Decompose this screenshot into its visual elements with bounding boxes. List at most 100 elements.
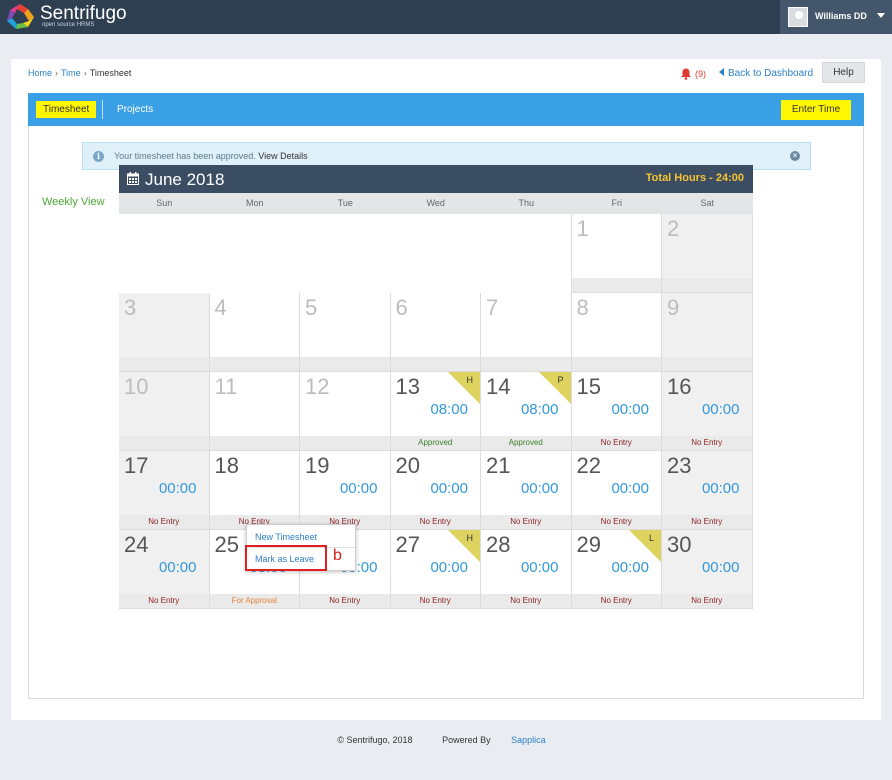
notification-count[interactable]: (9) [695, 69, 706, 79]
day-hours[interactable]: 00:00 [391, 480, 481, 497]
help-button[interactable]: Help [822, 62, 865, 83]
new-timesheet-menu-item[interactable]: New Timesheet [255, 532, 317, 542]
calendar-day-15[interactable]: 15 00:00 No Entry [571, 372, 662, 451]
calendar-day-18[interactable]: 18 No Entry [209, 451, 300, 530]
day-status: No Entry [662, 515, 752, 529]
back-to-dashboard-label: Back to Dashboard [728, 68, 814, 79]
breadcrumb-current: Timesheet [89, 68, 132, 78]
day-hours[interactable]: 00:00 [481, 559, 571, 576]
calendar-day-10[interactable]: 10 [119, 372, 210, 451]
day-number: 25 [214, 532, 239, 557]
calendar-day-8[interactable]: 8 [571, 293, 662, 372]
weekday-fri: Fri [611, 198, 623, 208]
day-flag-letter: H [466, 375, 474, 385]
calendar-day-22[interactable]: 22 00:00 No Entry [571, 451, 662, 530]
sentrifugo-logo-icon[interactable] [4, 3, 36, 31]
day-hours[interactable]: 00:00 [662, 559, 752, 576]
total-hours: Total Hours - 24:00 [645, 172, 744, 184]
calendar-day-17[interactable]: 17 00:00 No Entry [119, 451, 210, 530]
day-hours[interactable]: 00:00 [481, 480, 571, 497]
calendar-day-5[interactable]: 5 [300, 293, 391, 372]
calendar-day-14[interactable]: 14 08:00 Approved P [481, 372, 572, 451]
calendar-day-6[interactable]: 6 [390, 293, 481, 372]
bell-icon[interactable] [680, 68, 692, 80]
calendar-day-28[interactable]: 28 00:00 No Entry [481, 530, 572, 609]
calendar-day-19[interactable]: 19 00:00 No Entry [300, 451, 391, 530]
day-number: 30 [667, 532, 692, 557]
calendar-month: June 2018 [145, 170, 225, 189]
breadcrumb-separator: › [83, 68, 87, 78]
tab-divider [102, 100, 103, 119]
day-status [662, 357, 752, 371]
day-flag-corner [448, 530, 480, 562]
chevron-down-icon [877, 13, 885, 18]
day-status [119, 436, 209, 450]
day-number: 13 [395, 374, 420, 399]
day-status: No Entry [300, 594, 390, 608]
breadcrumb-home[interactable]: Home [28, 68, 52, 78]
day-status [481, 357, 571, 371]
calendar-day-4[interactable]: 4 [209, 293, 300, 372]
calendar-day-27[interactable]: 27 00:00 No Entry H [390, 530, 481, 609]
day-number: 28 [486, 532, 511, 557]
calendar-day-24[interactable]: 24 00:00 No Entry [119, 530, 210, 609]
day-status [662, 278, 752, 292]
tab-projects[interactable]: Projects [117, 104, 153, 115]
alert-message: Your timesheet has been approved. [114, 151, 256, 161]
calendar-day-20[interactable]: 20 00:00 No Entry [390, 451, 481, 530]
calendar-day-29[interactable]: 29 00:00 No Entry L [571, 530, 662, 609]
calendar-day-30[interactable]: 30 00:00 No Entry [662, 530, 753, 609]
day-number: 11 [214, 374, 238, 399]
close-icon[interactable]: × [790, 151, 800, 161]
day-hours[interactable]: 00:00 [662, 480, 752, 497]
calendar-day-21[interactable]: 21 00:00 No Entry [481, 451, 572, 530]
back-to-dashboard-link[interactable]: Back to Dashboard [719, 68, 813, 79]
calendar-day-1[interactable]: 1 [571, 214, 662, 293]
view-details-link[interactable]: View Details [258, 151, 307, 161]
enter-time-button[interactable]: Enter Time [781, 100, 851, 120]
day-status: No Entry [390, 594, 480, 608]
day-hours[interactable]: 00:00 [662, 401, 752, 418]
day-status [209, 436, 299, 450]
day-number: 6 [395, 295, 408, 320]
calendar-day-7[interactable]: 7 [481, 293, 572, 372]
page-footer: © Sentrifugo, 2018 Powered By Sapplica [0, 735, 892, 745]
day-flag-letter: H [466, 533, 474, 543]
day-status: No Entry [571, 436, 661, 450]
user-menu[interactable]: Williams DD [780, 0, 892, 34]
day-status: No Entry [571, 594, 661, 608]
alert-text: Your timesheet has been approved. View D… [114, 151, 308, 161]
weekday-tue: Tue [337, 198, 353, 208]
weekly-view-link[interactable]: Weekly View [42, 196, 105, 208]
calendar-day-13[interactable]: 13 08:00 Approved H [390, 372, 481, 451]
day-hours[interactable]: 00:00 [572, 480, 662, 497]
day-hours[interactable]: 00:00 [572, 401, 662, 418]
sapplica-link[interactable]: Sapplica [511, 735, 546, 745]
calendar-day-16[interactable]: 16 00:00 No Entry [662, 372, 753, 451]
day-number: 16 [667, 374, 692, 399]
day-hours[interactable]: 00:00 [119, 480, 209, 497]
weekday-wed: Wed [426, 198, 445, 208]
calendar-empty-cell [300, 214, 391, 293]
day-number: 10 [124, 374, 149, 399]
day-number: 24 [124, 532, 149, 557]
calendar-day-12[interactable]: 12 [300, 372, 391, 451]
day-hours[interactable]: 00:00 [300, 480, 390, 497]
tab-timesheet[interactable]: Timesheet [36, 101, 97, 118]
breadcrumb: Home › Time › Timesheet [28, 68, 131, 78]
breadcrumb-separator: › [55, 68, 59, 78]
breadcrumb-time[interactable]: Time [61, 68, 81, 78]
calendar-day-23[interactable]: 23 00:00 No Entry [662, 451, 753, 530]
day-status: No Entry [119, 594, 209, 608]
calendar-day-3[interactable]: 3 [119, 293, 210, 372]
calendar-day-11[interactable]: 11 [209, 372, 300, 451]
calendar-day-2[interactable]: 2 [662, 214, 753, 293]
day-hours[interactable]: 00:00 [119, 559, 209, 576]
day-status [571, 278, 661, 292]
day-number: 5 [305, 295, 318, 320]
day-status: Approved [481, 436, 571, 450]
day-flag-corner [538, 372, 571, 404]
calendar-day-9[interactable]: 9 [662, 293, 753, 372]
day-number: 2 [667, 216, 680, 241]
day-number: 17 [124, 453, 149, 478]
